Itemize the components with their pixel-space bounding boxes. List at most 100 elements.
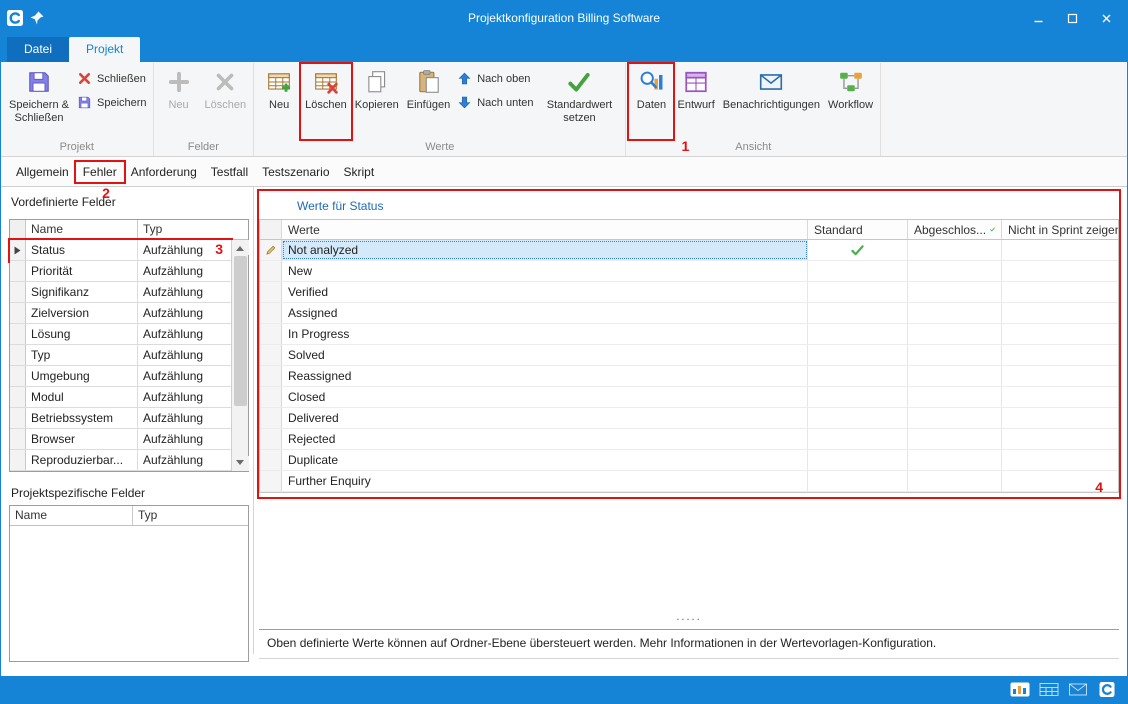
standard-cell — [808, 429, 908, 449]
splitter-handle[interactable]: ..... — [259, 611, 1119, 623]
value-row[interactable]: Closed — [260, 387, 1118, 408]
value-row[interactable]: Duplicate — [260, 450, 1118, 471]
app-logo-icon[interactable] — [1097, 682, 1117, 697]
tab-allgemein[interactable]: Allgemein — [9, 162, 76, 182]
column-header-name[interactable]: Name — [26, 220, 138, 239]
column-header-standard[interactable]: Standard — [808, 220, 908, 239]
button-label: Löschen — [305, 99, 347, 112]
data-view-status-icon[interactable] — [1010, 682, 1030, 697]
row-marker — [10, 345, 26, 365]
save-button[interactable]: Speichern — [77, 95, 147, 110]
tab-testfall[interactable]: Testfall — [204, 162, 255, 182]
value-name: Not analyzed — [282, 240, 808, 260]
save-and-close-button[interactable]: Speichern & Schließen — [4, 64, 74, 139]
column-header-sprint[interactable]: Nicht in Sprint zeigen — [1002, 220, 1118, 239]
column-header-typ[interactable]: Typ — [133, 506, 248, 525]
close-window-button[interactable] — [1091, 6, 1121, 30]
abgeschlossen-cell — [908, 282, 1002, 302]
value-row[interactable]: Delivered — [260, 408, 1118, 429]
value-row[interactable]: In Progress — [260, 324, 1118, 345]
value-row[interactable]: Not analyzed — [260, 240, 1118, 261]
paste-button[interactable]: Einfügen — [403, 64, 454, 139]
field-row[interactable]: SignifikanzAufzählung — [10, 282, 231, 303]
column-header-typ[interactable]: Typ — [138, 220, 248, 239]
value-row[interactable]: Reassigned — [260, 366, 1118, 387]
field-name: Typ — [26, 345, 138, 365]
field-row[interactable]: UmgebungAufzählung — [10, 366, 231, 387]
field-row[interactable]: ZielversionAufzählung — [10, 303, 231, 324]
panel-divider[interactable] — [253, 187, 254, 654]
maximize-button[interactable] — [1057, 6, 1087, 30]
standard-cell — [808, 450, 908, 470]
tab-anforderung[interactable]: Anforderung — [124, 162, 204, 182]
titlebar: Projektkonfiguration Billing Software — [1, 1, 1127, 35]
ribbon-tab-datei[interactable]: Datei — [7, 37, 69, 62]
value-row[interactable]: New — [260, 261, 1118, 282]
column-header-abgeschlossen[interactable]: Abgeschlos... — [908, 220, 1002, 239]
standard-check-icon — [808, 240, 908, 260]
copy-button[interactable]: Kopieren — [351, 64, 403, 139]
workflow-button[interactable]: Workflow — [824, 64, 877, 139]
move-up-button[interactable]: Nach oben — [457, 71, 533, 86]
triangle-down-icon — [236, 460, 244, 469]
new-value-button[interactable]: Neu — [257, 64, 301, 139]
predefined-rows: StatusAufzählung3PrioritätAufzählungSign… — [10, 240, 231, 471]
field-row[interactable]: Reproduzierbar...Aufzählung — [10, 450, 231, 471]
column-header-name[interactable]: Name — [10, 506, 133, 525]
pin-icon[interactable] — [29, 10, 45, 26]
value-name: Solved — [282, 345, 808, 365]
sprint-cell — [1002, 303, 1118, 323]
workflow-icon — [838, 69, 864, 95]
scrollbar-thumb[interactable] — [234, 256, 247, 406]
ribbon-group-felder: Neu Löschen Felder — [154, 63, 255, 156]
delete-value-button[interactable]: Löschen — [301, 64, 351, 139]
scroll-down-button[interactable] — [232, 456, 249, 471]
ribbon-tab-projekt[interactable]: Projekt — [69, 37, 140, 62]
close-button[interactable]: Schließen — [77, 71, 147, 86]
field-row[interactable]: TypAufzählung — [10, 345, 231, 366]
field-name: Priorität — [26, 261, 138, 281]
field-row[interactable]: PrioritätAufzählung — [10, 261, 231, 282]
value-row[interactable]: Verified — [260, 282, 1118, 303]
abgeschlossen-cell — [908, 450, 1002, 470]
field-row[interactable]: BetriebssystemAufzählung — [10, 408, 231, 429]
notifications-button[interactable]: Benachrichtigungen — [719, 64, 824, 139]
row-marker — [10, 261, 26, 281]
field-row[interactable]: LösungAufzählung — [10, 324, 231, 345]
standard-cell — [808, 282, 908, 302]
grid-status-icon[interactable] — [1039, 682, 1059, 697]
column-header-werte[interactable]: Werte — [282, 220, 808, 239]
tab-testszenario[interactable]: Testszenario — [255, 162, 336, 182]
button-label: Standardwert setzen — [540, 99, 618, 124]
scroll-up-button[interactable] — [232, 240, 249, 255]
sprint-cell — [1002, 408, 1118, 428]
footer-note: Oben definierte Werte können auf Ordner-… — [259, 629, 1119, 659]
value-name: Rejected — [282, 429, 808, 449]
tab-fehler[interactable]: Fehler2 — [76, 162, 124, 182]
mail-status-icon[interactable] — [1068, 682, 1088, 697]
tab-skript[interactable]: Skript — [337, 162, 382, 182]
sprint-cell — [1002, 387, 1118, 407]
minimize-button[interactable] — [1023, 6, 1053, 30]
new-field-button[interactable]: Neu — [157, 64, 201, 139]
field-row[interactable]: StatusAufzählung3 — [10, 240, 231, 261]
data-view-button[interactable]: Daten 1 — [629, 64, 673, 139]
sprint-cell — [1002, 345, 1118, 365]
field-row[interactable]: ModulAufzählung — [10, 387, 231, 408]
value-row[interactable]: Assigned — [260, 303, 1118, 324]
button-label: Speichern & Schließen — [8, 99, 70, 124]
value-row[interactable]: Further Enquiry — [260, 471, 1118, 492]
value-row[interactable]: Rejected — [260, 429, 1118, 450]
vertical-scrollbar[interactable] — [231, 240, 248, 471]
delete-field-button[interactable]: Löschen — [201, 64, 251, 139]
design-view-button[interactable]: Entwurf — [673, 64, 718, 139]
standard-cell — [808, 324, 908, 344]
set-default-value-button[interactable]: Standardwert setzen — [536, 64, 622, 139]
value-row[interactable]: Solved — [260, 345, 1118, 366]
row-marker — [10, 387, 26, 407]
standard-cell — [808, 387, 908, 407]
abgeschlossen-cell — [908, 240, 1002, 260]
move-down-button[interactable]: Nach unten — [457, 95, 533, 110]
field-row[interactable]: BrowserAufzählung — [10, 429, 231, 450]
button-label: Benachrichtigungen — [723, 99, 820, 112]
